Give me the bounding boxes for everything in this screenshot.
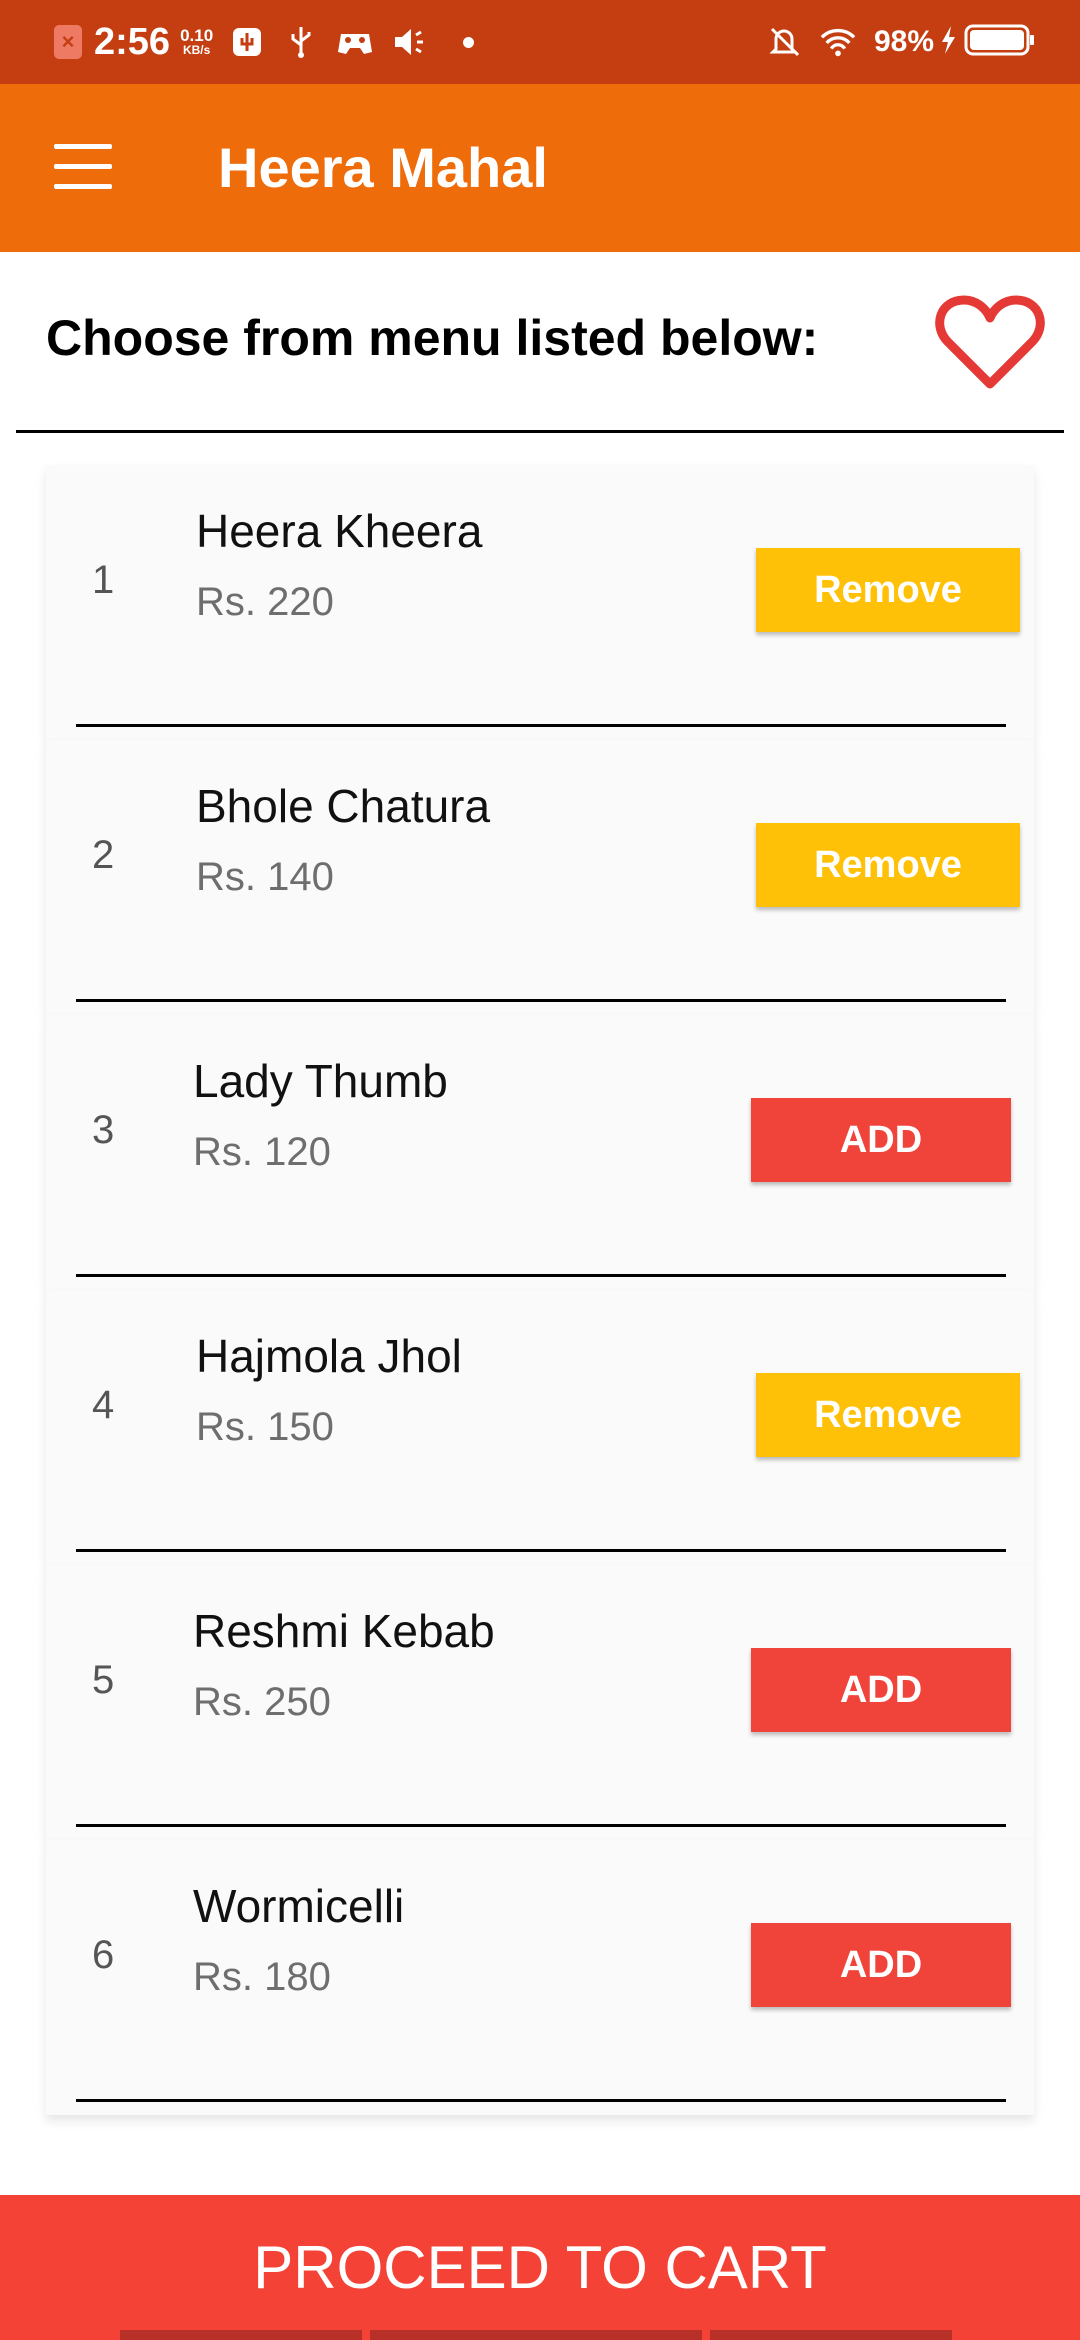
network-speed-unit: KB/s [182,43,211,57]
usb-debug-icon [229,24,265,60]
item-number: 6 [92,1933,115,1977]
menu-item-6: 6 Wormicelli Rs. 180 ADD [46,1840,1034,2115]
status-time: 2:56 [94,20,171,63]
gamepad-icon [337,24,373,60]
remove-button[interactable]: Remove [756,1373,1020,1457]
item-name: Lady Thumb [193,1055,448,1107]
network-speed-value: 0.10 [180,26,214,45]
volume-icon [391,24,427,60]
battery-percent: 98% [873,25,934,58]
bell-off-icon [766,24,802,60]
menu-item-3: 3 Lady Thumb Rs. 120 ADD [46,1015,1034,1290]
remove-button[interactable]: Remove [756,548,1020,632]
menu-item-4: 4 Hajmola Jhol Rs. 150 Remove [46,1290,1034,1565]
network-speed: 0.10 KB/s [180,26,214,57]
item-price: Rs. 120 [193,1130,331,1174]
menu-item-2: 2 Bhole Chatura Rs. 140 Remove [46,740,1034,1015]
notification-error-icon: × [54,25,82,59]
battery-icon [964,23,1036,62]
item-number: 2 [92,833,115,877]
menu-heading: Choose from menu listed below: [46,310,819,366]
row-divider [76,1824,1006,1827]
row-divider [76,1549,1006,1552]
hamburger-menu-icon[interactable] [54,144,112,190]
add-button[interactable]: ADD [751,1098,1011,1182]
wifi-icon [820,24,856,60]
item-price: Rs. 250 [193,1680,331,1724]
app-title: Heera Mahal [218,136,548,199]
item-name: Bhole Chatura [196,780,491,832]
heart-outline-icon[interactable] [934,292,1046,392]
remove-button[interactable]: Remove [756,823,1020,907]
item-number: 5 [92,1658,115,1702]
charging-bolt-icon [940,25,956,60]
item-name: Hajmola Jhol [196,1330,462,1382]
usb-icon [283,24,319,60]
item-price: Rs. 140 [196,855,334,899]
notification-dot-icon [463,36,475,48]
menu-item-1: 1 Heera Kheera Rs. 220 Remove [46,465,1034,740]
item-number: 4 [92,1383,115,1427]
item-name: Wormicelli [193,1880,405,1932]
item-price: Rs. 150 [196,1405,334,1449]
item-price: Rs. 180 [193,1955,331,1999]
row-divider [76,2099,1006,2102]
menu-list: 1 Heera Kheera Rs. 220 Remove 2 Bhole Ch… [0,433,1080,2195]
proceed-to-cart-button[interactable]: PROCEED TO CART [0,2195,1080,2340]
item-price: Rs. 220 [196,580,334,624]
item-name: Heera Kheera [196,505,483,557]
menu-header: Choose from menu listed below: [0,252,1080,432]
add-button[interactable]: ADD [751,1923,1011,2007]
item-number: 3 [92,1108,115,1152]
status-bar: × 2:56 0.10 KB/s 98% [0,0,1080,84]
item-number: 1 [92,558,115,602]
item-name: Reshmi Kebab [193,1605,495,1657]
app-bar: Heera Mahal [0,84,1080,252]
menu-item-5: 5 Reshmi Kebab Rs. 250 ADD [46,1565,1034,1840]
row-divider [76,999,1006,1002]
row-divider [76,724,1006,727]
row-divider [76,1274,1006,1277]
add-button[interactable]: ADD [751,1648,1011,1732]
screen: × 2:56 0.10 KB/s 98% Heera Mahal Choose … [0,0,1080,2340]
cta-bottom-edge [120,2330,960,2340]
